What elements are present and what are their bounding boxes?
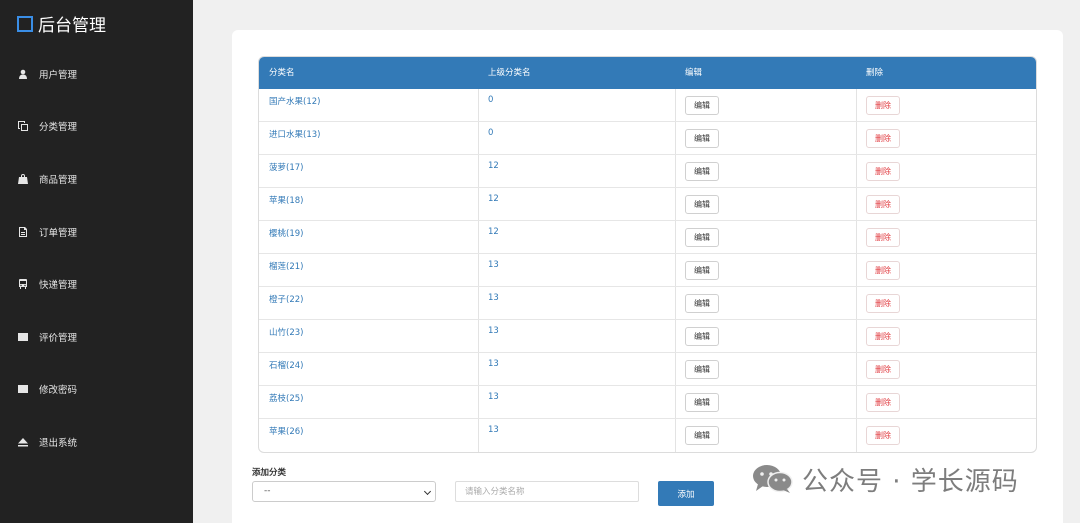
delete-button[interactable]: 删除: [866, 129, 900, 148]
inbox-icon: [18, 384, 28, 394]
category-name-input[interactable]: [455, 481, 639, 502]
sidebar-item-label: 快递管理: [39, 280, 78, 291]
category-name-link[interactable]: 樱桃(19): [269, 227, 303, 239]
delete-button[interactable]: 删除: [866, 261, 900, 280]
sidebar-item-users[interactable]: 用户管理: [18, 66, 77, 82]
edit-button[interactable]: 编辑: [685, 129, 719, 148]
table-row: 石榴(24) 13 编辑 删除: [259, 353, 1036, 386]
delete-button[interactable]: 删除: [866, 195, 900, 214]
parent-category-value: 13: [488, 326, 499, 336]
table-row: 苹果(26) 13 编辑 删除: [259, 419, 1036, 452]
add-category-title: 添加分类: [252, 468, 287, 478]
edit-button[interactable]: 编辑: [685, 327, 719, 346]
parent-category-value: 12: [488, 161, 499, 171]
category-name-link[interactable]: 橙子(22): [269, 293, 303, 305]
sidebar-item-label: 订单管理: [39, 228, 78, 239]
parent-category-value: 13: [488, 392, 499, 402]
parent-category-value: 0: [488, 128, 494, 138]
parent-category-value: 0: [488, 95, 494, 105]
edit-button[interactable]: 编辑: [685, 426, 719, 445]
category-name-link[interactable]: 苹果(26): [269, 425, 303, 437]
table-row: 橙子(22) 13 编辑 删除: [259, 287, 1036, 320]
delete-button[interactable]: 删除: [866, 96, 900, 115]
add-button[interactable]: 添加: [658, 481, 714, 506]
copy-icon: [18, 121, 28, 131]
column-header-delete: 删除: [866, 68, 884, 78]
chevron-down-icon: [423, 487, 432, 496]
wechat-icon: [752, 464, 794, 494]
category-name-link[interactable]: 荔枝(25): [269, 392, 303, 404]
sidebar-item-products[interactable]: 商品管理: [18, 171, 77, 187]
parent-category-value: 12: [488, 194, 499, 204]
shopping-bag-icon: [18, 174, 28, 184]
category-name-link[interactable]: 国产水果(12): [269, 95, 320, 107]
watermark-text: 公众号 · 学长源码: [802, 466, 1019, 497]
edit-button[interactable]: 编辑: [685, 96, 719, 115]
edit-button[interactable]: 编辑: [685, 195, 719, 214]
sidebar-item-label: 商品管理: [39, 175, 78, 186]
category-name-link[interactable]: 山竹(23): [269, 326, 303, 338]
table-row: 苹果(18) 12 编辑 删除: [259, 188, 1036, 221]
category-name-link[interactable]: 石榴(24): [269, 359, 303, 371]
category-name-link[interactable]: 进口水果(13): [269, 128, 320, 140]
table-row: 菠萝(17) 12 编辑 删除: [259, 155, 1036, 188]
delete-button[interactable]: 删除: [866, 294, 900, 313]
table-row: 樱桃(19) 12 编辑 删除: [259, 221, 1036, 254]
edit-button[interactable]: 编辑: [685, 162, 719, 181]
column-header-parent: 上级分类名: [488, 68, 531, 78]
parent-category-value: 13: [488, 359, 499, 369]
sidebar-item-label: 用户管理: [39, 70, 78, 81]
sidebar: 后台管理 用户管理 分类管理 商品管理 订单管理 快递管理 评价管理 修改密码 …: [0, 0, 193, 523]
delete-button[interactable]: 删除: [866, 360, 900, 379]
brand-title: 后台管理: [38, 16, 106, 36]
edit-button[interactable]: 编辑: [685, 294, 719, 313]
sidebar-item-label: 退出系统: [39, 438, 78, 449]
parent-category-value: 13: [488, 293, 499, 303]
edit-button[interactable]: 编辑: [685, 360, 719, 379]
table-header: 分类名 上级分类名 编辑 删除: [259, 57, 1036, 89]
delete-button[interactable]: 删除: [866, 426, 900, 445]
bus-icon: [18, 279, 28, 289]
parent-category-value: 13: [488, 425, 499, 435]
category-name-link[interactable]: 菠萝(17): [269, 161, 303, 173]
parent-category-value: 13: [488, 260, 499, 270]
table-row: 榴莲(21) 13 编辑 删除: [259, 254, 1036, 287]
parent-category-select-value: --: [264, 486, 271, 496]
parent-category-value: 12: [488, 227, 499, 237]
category-name-link[interactable]: 榴莲(21): [269, 260, 303, 272]
sidebar-item-orders[interactable]: 订单管理: [18, 224, 77, 240]
delete-button[interactable]: 删除: [866, 327, 900, 346]
column-header-edit: 编辑: [685, 68, 703, 78]
inbox-icon: [18, 332, 28, 342]
sidebar-item-change-password[interactable]: 修改密码: [18, 381, 77, 397]
brand-logo-icon: [17, 15, 33, 32]
sidebar-item-label: 分类管理: [39, 122, 78, 133]
table-row: 国产水果(12) 0 编辑 删除: [259, 89, 1036, 122]
parent-category-select[interactable]: --: [252, 481, 436, 502]
delete-button[interactable]: 删除: [866, 162, 900, 181]
category-table: 分类名 上级分类名 编辑 删除 国产水果(12) 0 编辑 删除 进口水果(13) 0 编辑…: [258, 56, 1037, 453]
sidebar-item-logout[interactable]: 退出系统: [18, 434, 77, 450]
edit-button[interactable]: 编辑: [685, 393, 719, 412]
sidebar-item-reviews[interactable]: 评价管理: [18, 329, 77, 345]
sidebar-item-label: 修改密码: [39, 385, 78, 396]
delete-button[interactable]: 删除: [866, 393, 900, 412]
table-row: 山竹(23) 13 编辑 删除: [259, 320, 1036, 353]
table-row: 进口水果(13) 0 编辑 删除: [259, 122, 1036, 155]
user-icon: [18, 69, 28, 79]
edit-button[interactable]: 编辑: [685, 261, 719, 280]
eject-icon: [18, 437, 28, 447]
watermark: 公众号 · 学长源码: [752, 461, 1019, 497]
delete-button[interactable]: 删除: [866, 228, 900, 247]
edit-button[interactable]: 编辑: [685, 228, 719, 247]
column-header-name: 分类名: [269, 68, 295, 78]
table-row: 荔枝(25) 13 编辑 删除: [259, 386, 1036, 419]
document-icon: [18, 227, 28, 237]
sidebar-item-label: 评价管理: [39, 333, 78, 344]
sidebar-item-categories[interactable]: 分类管理: [18, 118, 77, 134]
sidebar-item-express[interactable]: 快递管理: [18, 276, 77, 292]
brand: 后台管理: [17, 11, 106, 36]
category-name-link[interactable]: 苹果(18): [269, 194, 303, 206]
